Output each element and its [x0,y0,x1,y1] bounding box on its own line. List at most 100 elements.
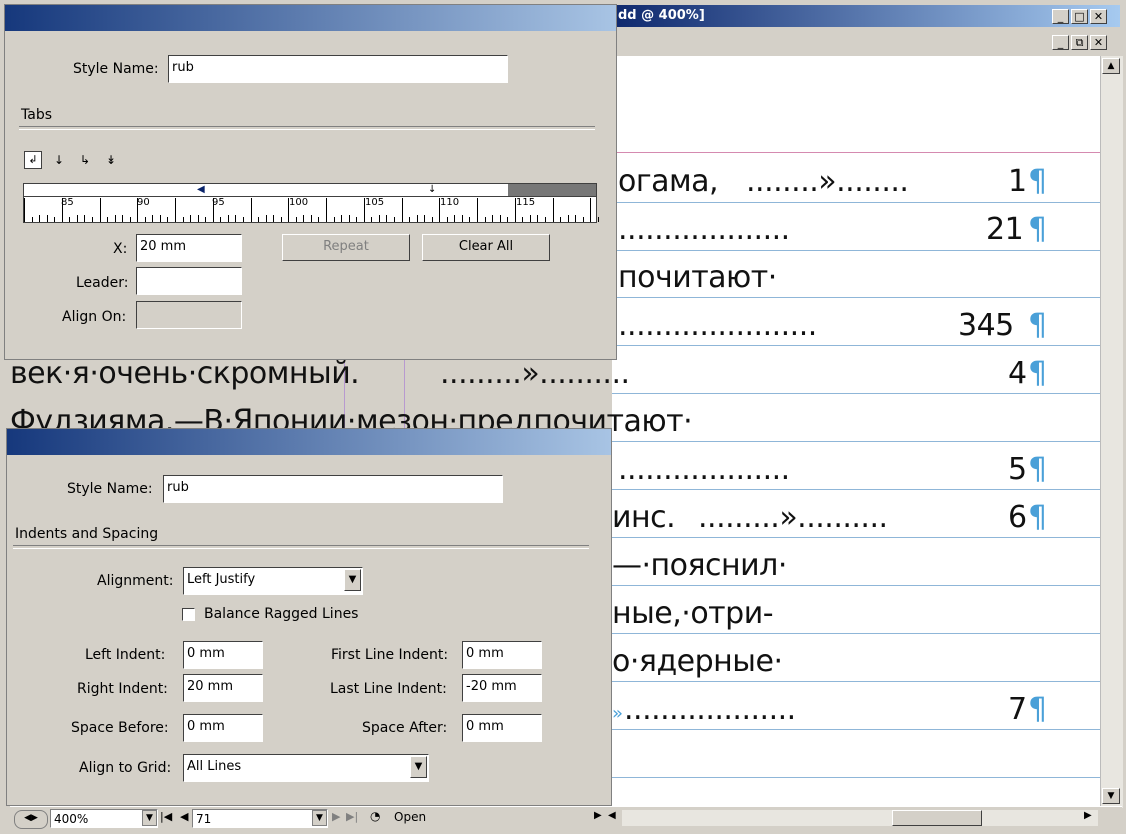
ruler-tick [439,198,441,222]
ruler-number: 100 [289,197,309,208]
zoom-dropdown-icon[interactable]: ▼ [142,810,157,826]
open-label: Open [394,810,427,824]
first-line-indent-label: First Line Indent: [331,647,449,663]
ruler-tick [567,215,569,222]
ruler-tick [469,217,471,222]
ruler-tick [318,217,320,222]
doc-text-line: ................... 5 ¶ [618,452,1047,487]
balance-ragged-checkbox[interactable] [182,608,195,621]
minimize-button[interactable]: _ [1052,9,1069,24]
scroll-right-icon[interactable]: ▶ [1084,810,1092,821]
baseline-guide [612,393,1100,394]
ruler-tick [288,198,290,222]
horizontal-scroll-thumb[interactable] [892,810,982,826]
page-dropdown-icon[interactable]: ▼ [312,810,327,826]
center-tab-icon[interactable]: ↓ [54,153,64,167]
clear-all-button[interactable]: Clear All [422,234,550,261]
ruler-number: 90 [137,197,150,208]
indents-section-label: Indents and Spacing [15,526,159,542]
baseline-guide [612,537,1100,538]
ruler-tick [61,198,63,222]
style-name-label: Style Name: [67,481,153,497]
alignment-select[interactable]: Left Justify ▼ [183,567,363,595]
ruler-tick [409,217,411,222]
ruler-tick [303,215,305,222]
indent-marker-icon[interactable]: ◀ [197,184,205,195]
status-menu-icon[interactable]: ▶ [594,810,602,821]
ruler-tick [446,217,448,222]
left-indent-input[interactable]: 0 mm [183,641,263,669]
right-indent-input[interactable]: 20 mm [183,674,263,702]
baseline-guide [612,250,1100,251]
ruler-number: 110 [440,197,460,208]
ruler-tick [356,217,358,222]
doc-text-line: —·пояснил· [612,548,787,583]
indents-spacing-dialog: Style Name: rub Indents and Spacing Alig… [6,428,612,806]
x-position-input[interactable]: 20 mm [136,234,242,262]
tab-stop-marker-icon[interactable]: ↓ [428,184,436,195]
style-name-input[interactable]: rub [168,55,508,83]
ruler-number: 115 [516,197,536,208]
ruler-tick [393,217,395,222]
first-page-icon[interactable]: |◀ [160,810,172,823]
baseline-guide [612,681,1100,682]
close-button[interactable]: ✕ [1090,9,1107,24]
ruler-tick [175,198,176,222]
doc-restore-button[interactable]: ⧉ [1071,35,1088,50]
ruler-tick [371,217,373,222]
margin-guide [612,152,1100,153]
navigation-toggle-icon[interactable]: ◀▶ [14,810,48,829]
doc-close-button[interactable]: ✕ [1090,35,1107,50]
horizontal-scrollbar[interactable] [622,810,1098,826]
leader-input[interactable] [136,267,242,295]
ruler-tick [84,215,86,222]
ruler-tick [575,215,577,222]
ruler-tick [431,217,433,222]
last-page-icon[interactable]: ▶| [346,810,358,823]
ruler-tick [386,215,388,222]
style-name-input[interactable]: rub [163,475,503,503]
scroll-left-icon[interactable]: ◀ [608,810,616,821]
decimal-tab-icon[interactable]: ↡ [106,153,116,167]
scroll-down-icon[interactable]: ▼ [1102,788,1120,804]
vertical-scrollbar[interactable]: ▲ ▼ [1100,56,1123,828]
right-tab-icon[interactable]: ↳ [80,153,90,167]
align-to-grid-select[interactable]: All Lines ▼ [183,754,429,782]
chevron-down-icon[interactable]: ▼ [410,756,427,778]
baseline-guide [612,297,1100,298]
first-line-indent-input[interactable]: 0 mm [462,641,542,669]
scroll-up-icon[interactable]: ▲ [1102,58,1120,74]
ruler-tick [182,217,184,222]
repeat-button[interactable]: Repeat [282,234,410,261]
baseline-guide [612,345,1100,346]
last-line-indent-input[interactable]: -20 mm [462,674,542,702]
align-on-input[interactable] [136,301,242,329]
tabs-dialog: Style Name: rub Tabs ↲ ↓ ↳ ↡ ◀ ↓ 85 90 9… [4,4,617,360]
ruler-tick [273,215,275,222]
space-after-input[interactable]: 0 mm [462,714,542,742]
ruler-tick [529,215,531,222]
ruler-tick [31,217,33,222]
ruler-number: 105 [365,197,385,208]
open-status-icon[interactable]: ◔ [370,809,380,823]
maximize-button[interactable]: □ [1071,9,1088,24]
tab-ruler[interactable]: ◀ ↓ 85 90 95 100 105 110 115 [23,183,599,223]
ruler-tick [137,198,139,222]
tabs-dialog-title-bar[interactable] [5,5,616,31]
ruler-tick [212,198,214,222]
previous-page-icon[interactable]: ◀ [180,810,188,823]
next-page-icon[interactable]: ▶ [332,810,340,823]
right-indent-label: Right Indent: [77,681,168,697]
space-before-input[interactable]: 0 mm [183,714,263,742]
doc-minimize-button[interactable]: _ [1052,35,1069,50]
baseline-guide [612,633,1100,634]
ruler-tick [91,217,93,222]
ruler-tick [205,217,207,222]
chevron-down-icon[interactable]: ▼ [344,569,361,591]
ruler-tick [522,217,524,222]
left-tab-icon[interactable]: ↲ [24,151,42,169]
indents-dialog-title-bar[interactable] [7,429,611,455]
ruler-tick [99,198,101,222]
page-field[interactable]: 71 [192,809,328,828]
space-after-label: Space After: [362,720,448,736]
